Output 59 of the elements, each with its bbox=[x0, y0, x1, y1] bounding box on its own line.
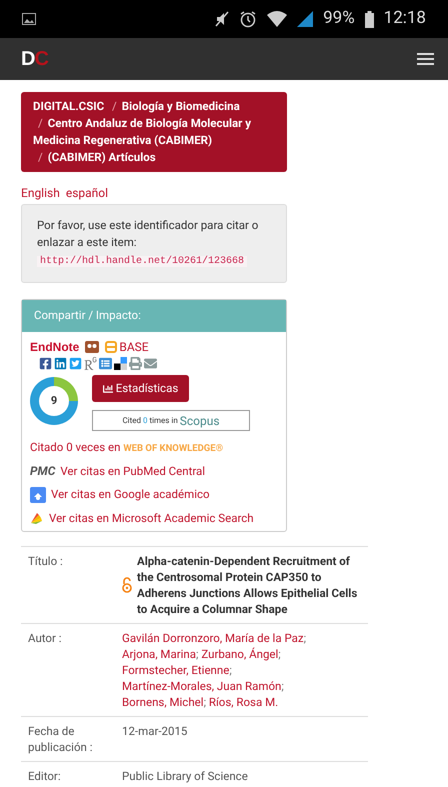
wifi-icon bbox=[267, 11, 288, 27]
panel-title: Compartir / Impacto: bbox=[34, 307, 141, 324]
author-separator: ; bbox=[229, 662, 232, 677]
clock-time: 12:18 bbox=[384, 7, 426, 30]
author-link[interactable]: Zurbano, Ángel bbox=[201, 646, 278, 661]
people-icon[interactable] bbox=[85, 341, 100, 353]
scopus-logo: Scopus bbox=[180, 412, 220, 430]
author-separator: ; bbox=[281, 678, 284, 693]
citation-link[interactable]: Ver citas en Google académico bbox=[51, 486, 210, 504]
citation-link[interactable]: Ver citas en Microsoft Academic Search bbox=[49, 510, 254, 527]
language-link[interactable]: English bbox=[21, 184, 60, 202]
altmetric-donut[interactable]: 9 bbox=[30, 377, 78, 425]
pmc-logo: PMC bbox=[30, 463, 56, 480]
scopus-count: 0 bbox=[142, 414, 148, 426]
open-lock-icon bbox=[122, 576, 132, 593]
fan-icon bbox=[30, 511, 44, 526]
logo[interactable]: DC bbox=[21, 44, 48, 74]
image-icon bbox=[22, 13, 36, 25]
squares-icon[interactable] bbox=[114, 357, 127, 370]
cite-instructions: Por favor, use este identificador para citar o enlazar a este item: bbox=[37, 217, 260, 251]
battery-level: 99% bbox=[323, 7, 355, 30]
breadcrumb: DIGITAL.CSIC / Biología y Biomedicina / Centro Andaluz de Biología Molecular y Medicina Regenerativa (CABIMER) / (CABIMER) Artículos bbox=[21, 92, 287, 172]
twitter-icon[interactable] bbox=[69, 357, 82, 370]
wos-citations[interactable]: Citado 0 veces en WEB OF KNOWLEDGE® bbox=[30, 439, 278, 456]
scopus-text: times in bbox=[149, 414, 178, 426]
author-link[interactable]: Arjona, Marina bbox=[122, 646, 196, 661]
author-separator: ; bbox=[196, 646, 198, 661]
field-label: Editor: bbox=[28, 768, 61, 783]
signal-icon bbox=[297, 11, 314, 27]
author-separator: ; bbox=[204, 694, 206, 709]
author-link[interactable]: Formstecher, Etienne bbox=[122, 662, 230, 677]
author-link[interactable]: Gavilán Dorronzoro, María de la Paz bbox=[122, 630, 304, 645]
field-value: 12-mar-2015 bbox=[122, 724, 188, 738]
author-separator: ; bbox=[278, 646, 281, 661]
handle-url[interactable]: http://hdl.handle.net/10261/123668 bbox=[37, 256, 248, 267]
scopus-text: Cited bbox=[122, 414, 141, 426]
author-separator: ; bbox=[304, 630, 306, 645]
endnote-logo[interactable]: EndNote bbox=[30, 338, 80, 356]
language-link[interactable]: español bbox=[66, 184, 108, 202]
title-value: Alpha-catenin-Dependent Recruitment of the Centrosomal Protein CAP350 to Adherens Junctions Allows Epithelial Cells to Acquire a Columnar Shape bbox=[137, 552, 358, 617]
field-label: Autor : bbox=[28, 630, 62, 645]
facebook-icon[interactable] bbox=[39, 357, 52, 370]
author-link[interactable]: Martínez-Morales, Juan Ramón bbox=[122, 678, 282, 693]
statistics-button[interactable]: Estadísticas bbox=[92, 375, 189, 402]
field-label: Fecha de publicación : bbox=[28, 724, 92, 754]
alarm-icon bbox=[239, 10, 258, 28]
altmetric-score: 9 bbox=[50, 392, 58, 409]
author-link[interactable]: Bornens, Michel bbox=[122, 694, 204, 709]
muted-icon bbox=[215, 10, 230, 28]
base-link[interactable]: BASE bbox=[105, 338, 149, 356]
researchgate-icon[interactable] bbox=[84, 357, 97, 370]
field-value: Public Library of Science bbox=[122, 768, 248, 783]
citation-link[interactable]: Ver citas en PubMed Central bbox=[60, 462, 206, 480]
linkedin-icon[interactable] bbox=[54, 357, 67, 370]
field-label: Título : bbox=[28, 554, 63, 568]
mail-icon[interactable] bbox=[144, 357, 157, 370]
author-link[interactable]: Ríos, Rosa M. bbox=[208, 694, 278, 709]
battery-icon bbox=[364, 10, 374, 28]
bar-chart-icon bbox=[102, 384, 113, 394]
